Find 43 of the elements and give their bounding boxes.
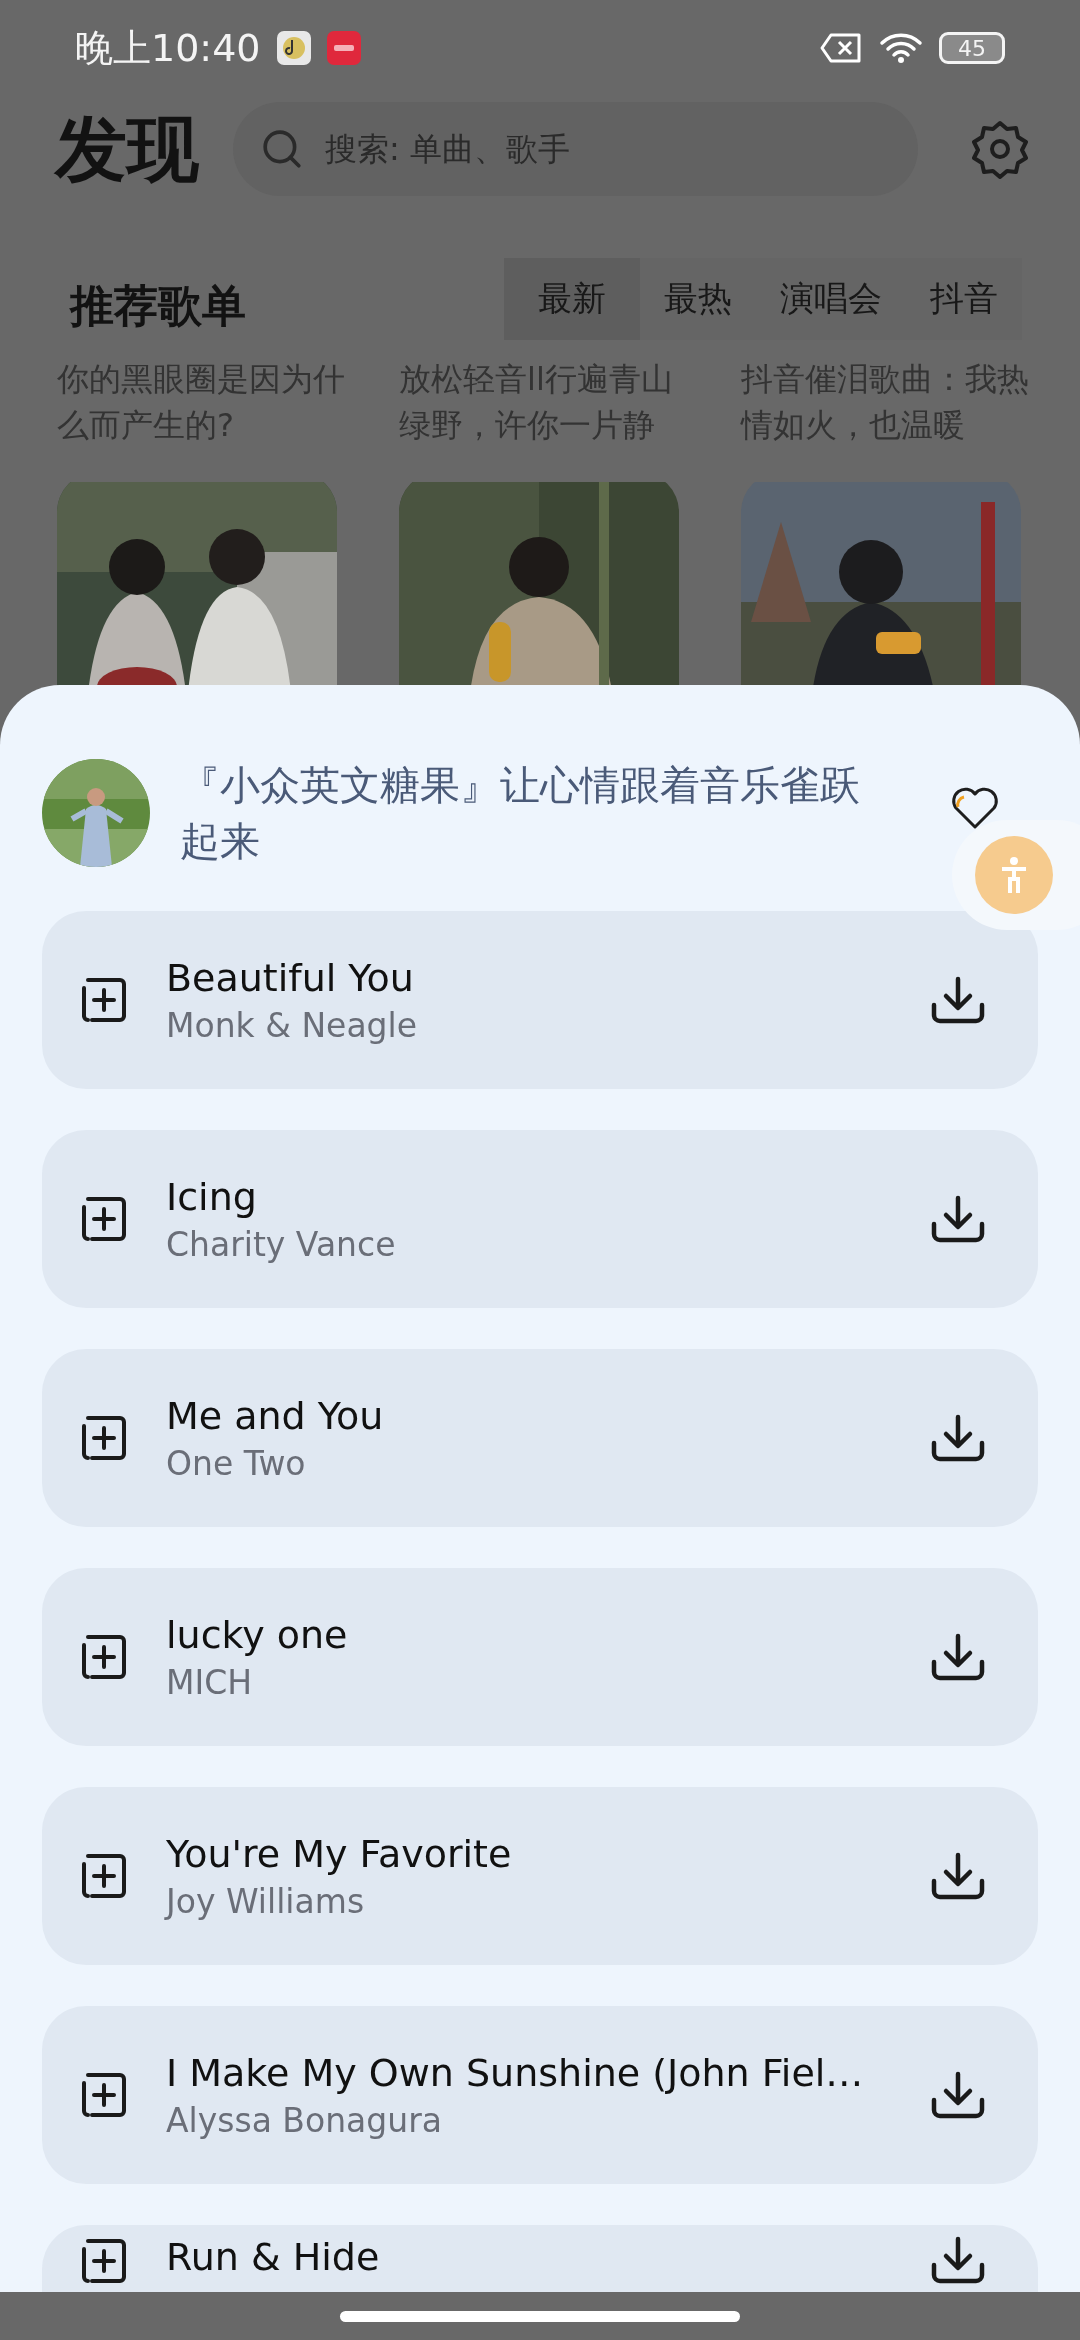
app-icon <box>326 31 361 65</box>
playlist-title: 『小众英文糖果』让心情跟着音乐雀跃起来 <box>180 761 861 866</box>
search-input[interactable]: 搜索: 单曲、歌手 <box>323 129 890 169</box>
status-time: 晚上10:40 <box>75 24 261 72</box>
song-artist: MICH <box>166 1662 254 1702</box>
battery-level: 45 <box>958 35 986 61</box>
song-row[interactable]: Icing Charity Vance <box>42 1130 1038 1308</box>
app-icon <box>276 31 311 65</box>
song-title: Beautiful You <box>166 955 415 1000</box>
song-title: I Make My Own Sunshine (John Fiel… <box>166 2050 865 2095</box>
download-icon[interactable] <box>930 1413 986 1463</box>
section-title: 推荐歌单 <box>70 279 246 333</box>
song-title: Me and You <box>166 1393 385 1438</box>
song-artist: Monk & Neagle <box>166 1005 419 1045</box>
wifi-icon <box>879 32 923 64</box>
download-icon[interactable] <box>930 1194 986 1244</box>
download-icon[interactable] <box>930 975 986 1025</box>
song-row[interactable]: lucky one MICH <box>42 1568 1038 1746</box>
song-row[interactable]: I Make My Own Sunshine (John Fiel… Alyssa Bonagura <box>42 2006 1038 2184</box>
accessibility-icon <box>999 855 1029 895</box>
download-icon[interactable] <box>930 1632 986 1682</box>
no-sim-icon <box>819 32 863 64</box>
song-row[interactable]: Run & Hide <box>42 2225 1038 2292</box>
song-row[interactable]: You're My Favorite Joy Williams <box>42 1787 1038 1965</box>
song-title: Icing <box>166 1174 258 1219</box>
song-artist: Alyssa Bonagura <box>166 2100 443 2140</box>
song-title: lucky one <box>166 1612 349 1657</box>
song-artist: Joy Williams <box>166 1881 366 1921</box>
home-indicator[interactable] <box>340 2310 740 2322</box>
song-artist: Charity Vance <box>166 1224 397 1264</box>
settings-icon[interactable] <box>970 119 1030 179</box>
song-title: Run & Hide <box>166 2235 381 2279</box>
song-row[interactable]: Me and You One Two <box>42 1349 1038 1527</box>
song-artist: One Two <box>166 1443 307 1483</box>
download-icon[interactable] <box>930 2235 986 2285</box>
download-icon[interactable] <box>930 1851 986 1901</box>
song-row[interactable]: Beautiful You Monk & Neagle <box>42 911 1038 1089</box>
heart-icon[interactable] <box>950 785 1000 831</box>
page-title: 发现 <box>55 113 200 185</box>
song-title: You're My Favorite <box>166 1831 513 1876</box>
download-icon[interactable] <box>930 2070 986 2120</box>
search-icon <box>261 128 303 170</box>
search-field[interactable]: 搜索: 单曲、歌手 <box>233 102 918 196</box>
